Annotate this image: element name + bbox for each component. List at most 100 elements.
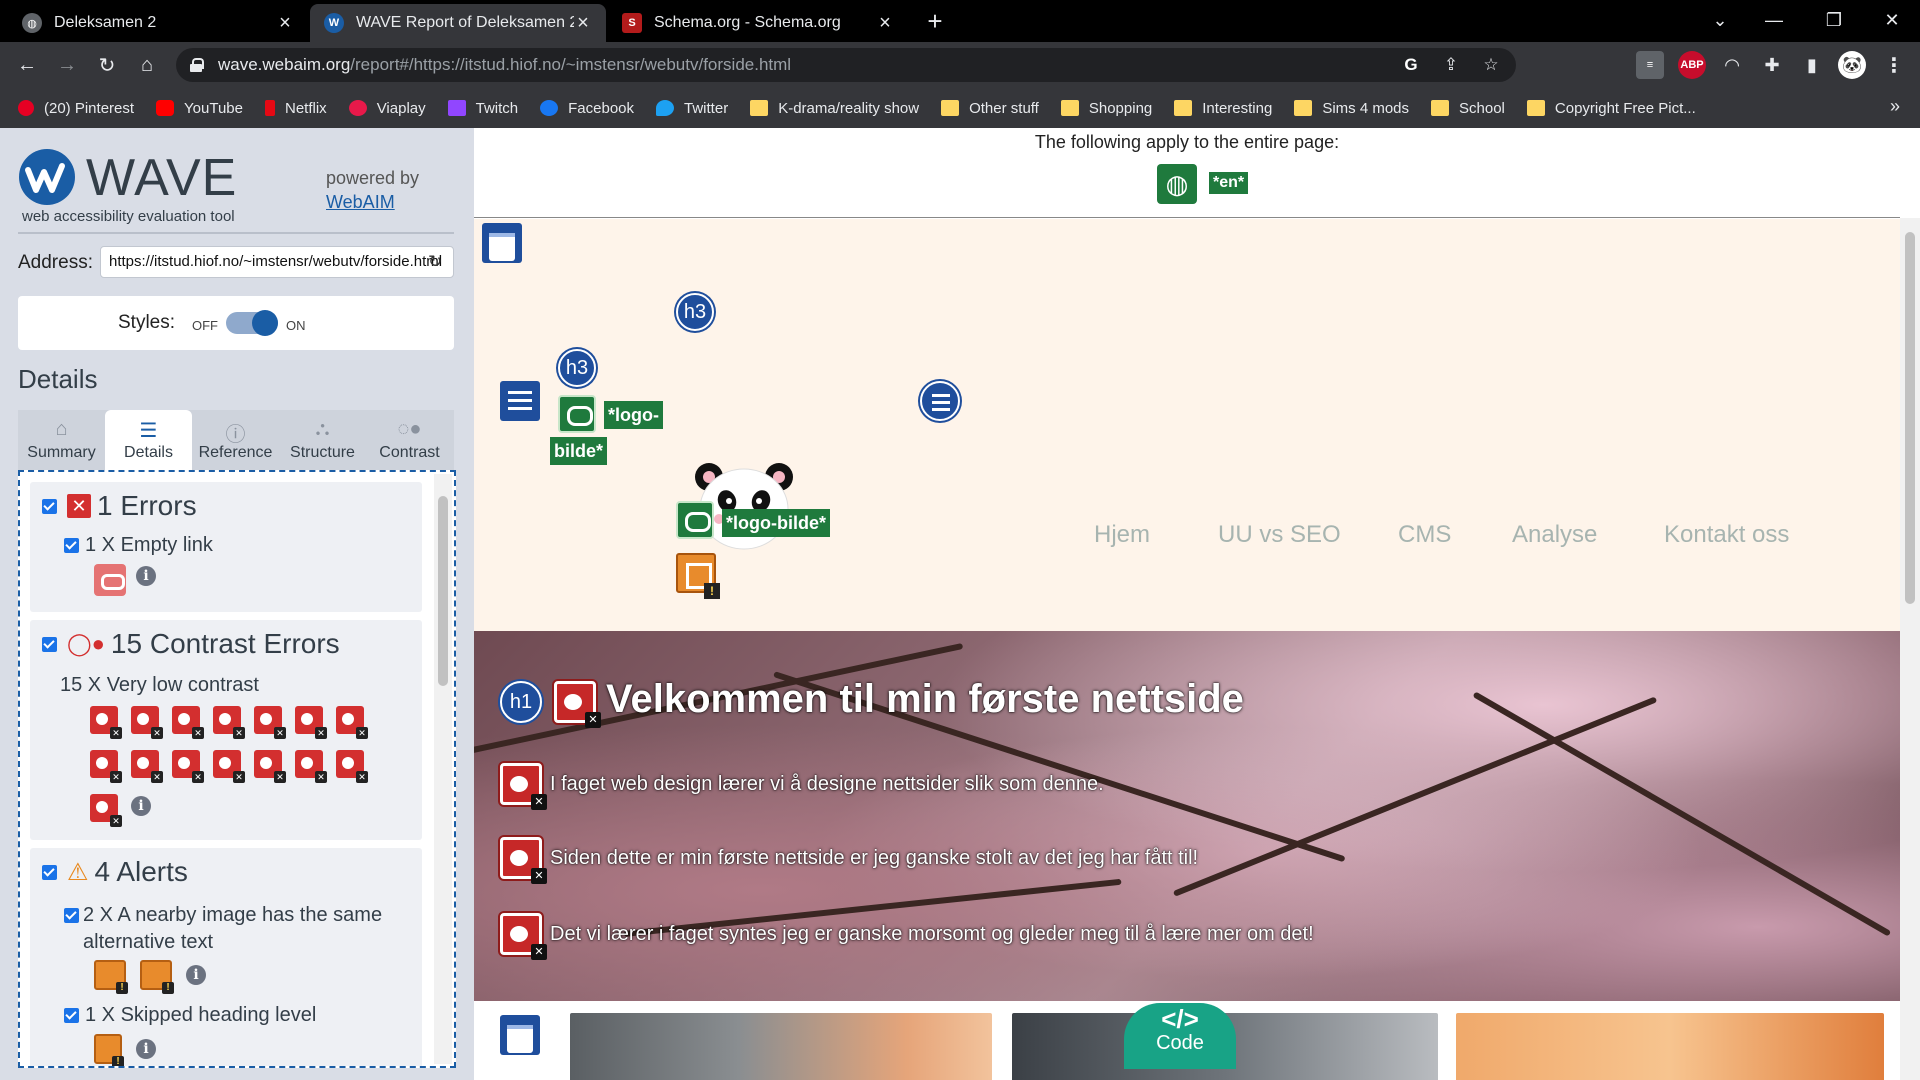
empty-link-error-icon[interactable] [94, 564, 126, 596]
close-icon[interactable]: × [876, 12, 894, 35]
h3-badge[interactable]: h3 [676, 293, 714, 331]
contrast-error-icon[interactable] [172, 706, 204, 739]
info-icon[interactable]: i [186, 965, 206, 985]
contrast-error-icon[interactable] [213, 750, 245, 783]
contrast-error-icon[interactable] [254, 706, 286, 739]
google-lens-icon[interactable]: G [1398, 52, 1424, 78]
nav-link-kontakt-oss[interactable]: Kontakt oss [1664, 521, 1789, 549]
home-button[interactable]: ⌂ [132, 50, 162, 80]
redundant-alt-alert-icon[interactable] [140, 960, 174, 994]
minimize-button[interactable]: — [1746, 0, 1802, 40]
close-window-button[interactable]: ✕ [1864, 0, 1920, 40]
puzzle-icon[interactable]: ✚ [1758, 51, 1786, 79]
contrast-error-icon[interactable] [254, 750, 286, 783]
nav-link-analyse[interactable]: Analyse [1512, 521, 1597, 549]
redundant-alt-checkbox[interactable] [64, 908, 79, 923]
skipped-heading-alert-icon[interactable] [94, 1034, 124, 1066]
url-text[interactable]: wave.webaim.org/report#/https://itstud.h… [218, 55, 791, 75]
contrast-error-icon[interactable] [90, 706, 122, 739]
tab-contrast[interactable]: ◌● Contrast [366, 410, 453, 470]
info-icon[interactable]: i [131, 796, 151, 816]
linked-image-icon[interactable] [558, 395, 596, 433]
contrast-error-icon[interactable] [90, 750, 122, 783]
bookmark-folder-sims[interactable]: Sims 4 mods [1294, 100, 1409, 117]
refresh-icon[interactable]: ↻ [428, 252, 442, 272]
info-icon[interactable]: i [136, 566, 156, 586]
nav-link-hjem[interactable]: Hjem [1094, 521, 1150, 549]
contrast-error-icon[interactable] [172, 750, 204, 783]
bookmark-pinterest[interactable]: (20) Pinterest [18, 100, 134, 117]
contrast-error-icon[interactable] [131, 750, 163, 783]
tab-structure[interactable]: ⛬ Structure [279, 410, 366, 470]
bookmark-folder-copyright[interactable]: Copyright Free Pict... [1526, 100, 1696, 117]
share-icon[interactable]: ⇪ [1438, 52, 1464, 78]
bookmark-star-icon[interactable]: ☆ [1478, 52, 1504, 78]
restore-button[interactable]: ❐ [1806, 0, 1862, 40]
contrast-error-icon[interactable] [500, 763, 547, 810]
contrast-error-icon[interactable] [500, 913, 547, 960]
contrast-error-icon[interactable] [500, 837, 547, 884]
nav-link-uu-vs-seo[interactable]: UU vs SEO [1218, 521, 1341, 549]
adblock-icon[interactable]: ABP [1678, 51, 1706, 79]
webaim-link[interactable]: WebAIM [326, 192, 395, 212]
info-icon[interactable]: i [136, 1039, 156, 1059]
bookmark-folder-school[interactable]: School [1431, 100, 1505, 117]
unordered-list-icon[interactable] [920, 381, 960, 421]
tab-wave-report[interactable]: W WAVE Report of Deleksamen 2 × [310, 4, 606, 42]
contrast-error-icon[interactable] [131, 706, 163, 739]
bookmark-twitch[interactable]: Twitch [447, 100, 518, 117]
back-button[interactable]: ← [12, 50, 42, 80]
contrast-error-icon[interactable] [336, 706, 368, 739]
lock-icon[interactable] [190, 58, 204, 72]
nav-link-cms[interactable]: CMS [1398, 521, 1451, 549]
profile-avatar[interactable]: 🐼 [1838, 51, 1866, 79]
bookmark-netflix[interactable]: Netflix [265, 100, 327, 117]
alerts-checkbox[interactable] [42, 864, 57, 880]
contrast-error-icon[interactable] [336, 750, 368, 783]
rainbow-icon[interactable]: ◠ [1718, 51, 1746, 79]
bookmark-folder-interesting[interactable]: Interesting [1174, 100, 1272, 117]
tab-summary[interactable]: ⌂ Summary [18, 410, 105, 470]
reload-button[interactable]: ↻ [92, 50, 122, 80]
side-panel-icon[interactable]: ▮ [1798, 51, 1826, 79]
panel-scrollbar[interactable] [434, 474, 452, 1064]
contrast-error-icon[interactable] [90, 794, 122, 827]
bookmark-youtube[interactable]: YouTube [156, 100, 243, 117]
menu-kebab-icon[interactable]: ⋮ [1880, 51, 1908, 79]
empty-link-checkbox[interactable] [64, 538, 79, 553]
h1-badge[interactable]: h1 [500, 681, 542, 723]
contrast-error-icon[interactable] [295, 750, 327, 783]
contrast-error-icon[interactable] [213, 706, 245, 739]
bookmark-folder-kdrama[interactable]: K-drama/reality show [750, 100, 919, 117]
tab-deleksamen[interactable]: ◍ Deleksamen 2 × [8, 4, 308, 42]
header-region-icon[interactable] [482, 223, 522, 263]
contrast-error-icon[interactable] [554, 681, 601, 728]
contrast-error-icon[interactable] [295, 706, 327, 739]
bookmark-viaplay[interactable]: Viaplay [348, 100, 426, 117]
new-tab-button[interactable]: + [920, 6, 950, 36]
close-icon[interactable]: × [574, 12, 592, 35]
page-scrollbar[interactable] [1900, 218, 1920, 1080]
skipped-heading-checkbox[interactable] [64, 1008, 79, 1023]
errors-checkbox[interactable] [42, 498, 57, 514]
tab-reference[interactable]: ⓘ Reference [192, 410, 279, 470]
main-region-icon[interactable] [500, 1015, 540, 1055]
bookmark-folder-shopping[interactable]: Shopping [1060, 100, 1152, 117]
close-icon[interactable]: × [276, 12, 294, 35]
bookmark-facebook[interactable]: Facebook [540, 100, 634, 117]
styles-toggle[interactable] [226, 310, 278, 336]
nav-region-icon[interactable] [500, 381, 540, 421]
redundant-alt-alert-icon[interactable] [94, 960, 128, 994]
forward-button[interactable]: → [52, 50, 82, 80]
contrast-checkbox[interactable] [42, 636, 57, 652]
tab-schema[interactable]: S Schema.org - Schema.org × [608, 4, 908, 42]
redundant-link-alert-icon[interactable] [676, 553, 720, 599]
bookmarks-overflow-button[interactable]: » [1890, 96, 1900, 117]
address-bar[interactable]: wave.webaim.org/report#/https://itstud.h… [176, 48, 1516, 82]
tab-details[interactable]: ☰ Details [105, 410, 192, 470]
bookmark-folder-other[interactable]: Other stuff [941, 100, 1039, 117]
address-input[interactable]: https://itstud.hiof.no/~imstensr/webutv/… [100, 246, 454, 278]
linked-image-icon[interactable] [676, 501, 714, 539]
tab-search-chevron-icon[interactable]: ⌄ [1692, 0, 1748, 40]
extension-icon[interactable]: ≡ [1636, 51, 1664, 79]
